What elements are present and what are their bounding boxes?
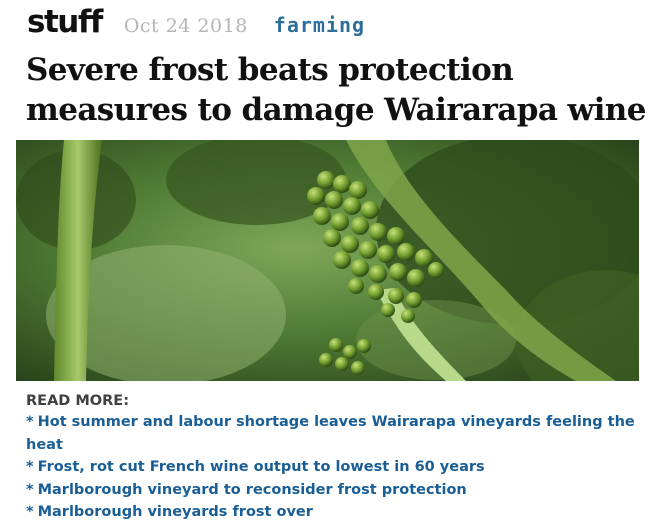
read-more-item: * Marlborough vineyard to reconsider fros…: [26, 479, 641, 502]
read-more-link[interactable]: Marlborough vineyards frost over: [38, 504, 313, 520]
read-more-item: * Hot summer and labour shortage leaves W…: [26, 411, 641, 456]
read-more-item: * Marlborough vineyards frost over: [26, 501, 641, 524]
read-more-list: * Hot summer and labour shortage leaves W…: [26, 411, 641, 524]
read-more-title: READ MORE:: [26, 393, 130, 409]
read-more-link[interactable]: Frost, rot cut French wine output to low…: [38, 459, 485, 475]
read-more-link[interactable]: Hot summer and labour shortage leaves Wa…: [26, 414, 635, 453]
grape-cluster-photo-icon: [16, 140, 639, 381]
bullet-marker: *: [26, 414, 34, 430]
read-more-link[interactable]: Marlborough vineyard to reconsider frost…: [38, 482, 467, 498]
read-more-section: READ MORE: * Hot summer and labour shorta…: [26, 391, 641, 524]
bullet-marker: *: [26, 481, 34, 498]
article-date: Oct 24 2018: [123, 15, 248, 37]
read-more-item: * Frost, rot cut French wine output to lo…: [26, 456, 641, 479]
section-link[interactable]: farming: [274, 13, 365, 37]
brand-logo[interactable]: stuff: [27, 4, 103, 40]
bullet-marker: *: [26, 459, 34, 475]
bullet-marker: *: [26, 504, 34, 520]
article-photo: [16, 140, 639, 381]
masthead: stuff Oct 24 2018 farming: [27, 4, 365, 44]
